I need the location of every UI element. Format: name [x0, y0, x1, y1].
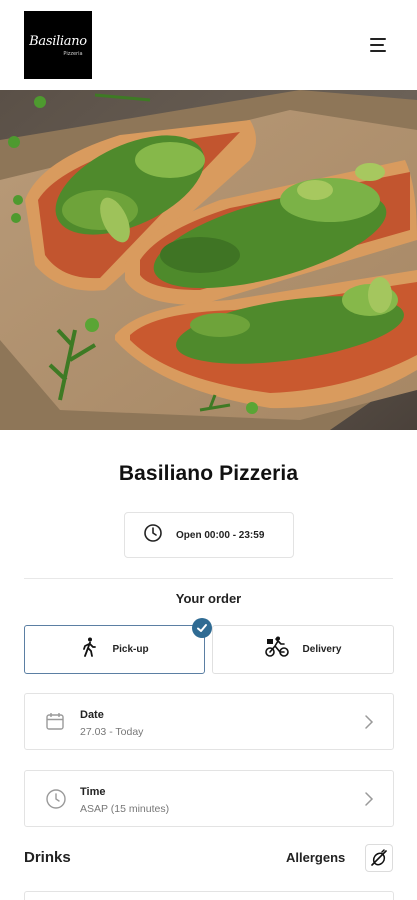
calendar-icon	[45, 711, 65, 736]
walking-person-icon	[80, 637, 98, 662]
pizza-photo	[0, 90, 417, 430]
order-heading: Your order	[175, 591, 242, 606]
menu-section-title: Drinks	[24, 849, 71, 866]
pickup-option[interactable]: Pick-up	[24, 625, 205, 674]
no-allergen-icon[interactable]	[365, 844, 393, 872]
logo[interactable]: Basiliano Pizzeria	[24, 11, 92, 79]
restaurant-name: Basiliano Pizzeria	[118, 462, 299, 485]
logo-name: Basiliano	[29, 33, 87, 49]
date-label: Date	[80, 709, 104, 721]
time-label: Time	[80, 786, 106, 798]
selected-check-icon	[192, 618, 212, 638]
clock-icon	[45, 788, 67, 815]
delivery-label: Delivery	[302, 644, 342, 655]
clock-icon	[143, 523, 163, 548]
time-value: ASAP (15 minutes)	[80, 803, 170, 815]
hamburger-menu-icon[interactable]	[364, 34, 392, 56]
date-value: 27.03 - Today	[80, 726, 144, 738]
chevron-right-icon	[363, 714, 375, 735]
logo-subtitle: Pizzeria	[63, 50, 83, 57]
pickup-label: Pick-up	[112, 644, 149, 655]
date-selector[interactable]: Date 27.03 - Today	[24, 693, 394, 750]
bicycle-courier-icon	[264, 636, 289, 663]
delivery-option[interactable]: Delivery	[212, 625, 394, 674]
menu-item-card[interactable]	[24, 891, 394, 900]
opening-hours-badge: Open 00:00 - 23:59	[124, 512, 294, 558]
header: Basiliano Pizzeria	[0, 0, 417, 90]
time-selector[interactable]: Time ASAP (15 minutes)	[24, 770, 394, 827]
opening-hours-text: Open 00:00 - 23:59	[176, 529, 265, 541]
logo-text: Basiliano	[29, 34, 87, 49]
hero-image	[0, 90, 417, 430]
chevron-right-icon	[363, 791, 375, 812]
allergens-link[interactable]: Allergens	[286, 850, 345, 865]
divider	[24, 578, 393, 579]
